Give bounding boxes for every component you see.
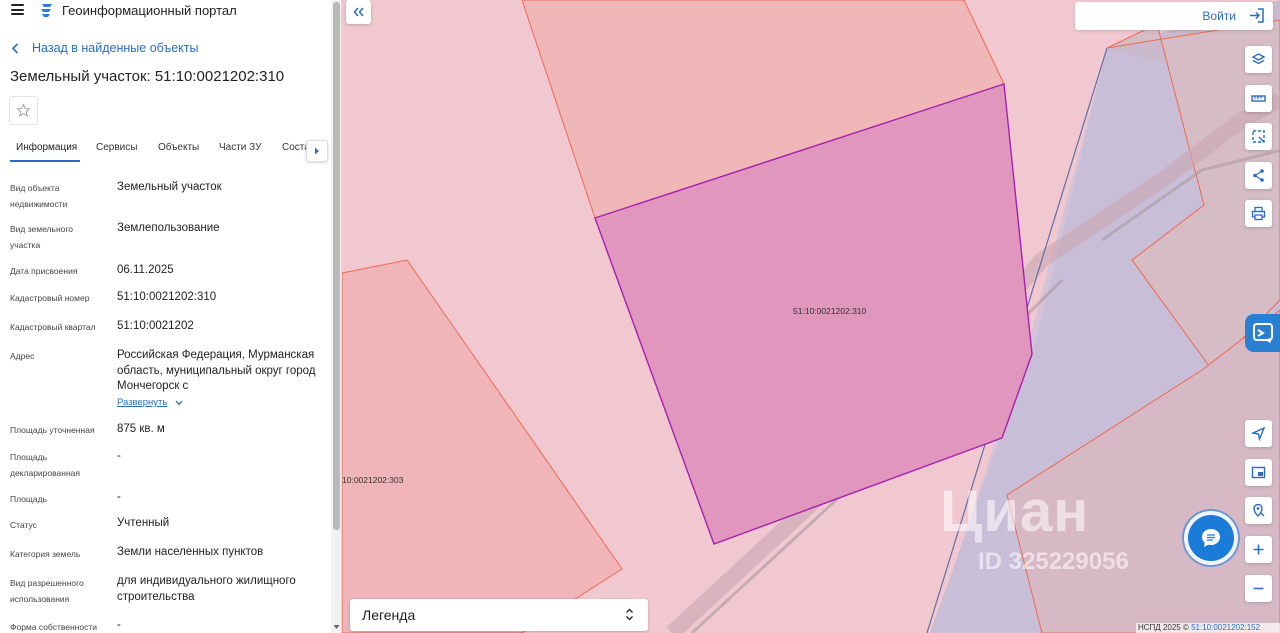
legend-dropdown[interactable]: Легенда — [350, 599, 648, 631]
locate-icon — [1251, 426, 1266, 441]
row-value-object-type: Земельный участок — [117, 181, 222, 193]
portal-logo-icon — [41, 4, 52, 17]
scroll-down-arrow-icon[interactable] — [333, 623, 340, 631]
page-title: Земельный участок: 51:10:0021202:310 — [10, 68, 285, 85]
chat-button[interactable] — [1188, 515, 1234, 561]
map-view[interactable]: 51:10:0021202:310 10:0021202:303 Циан ID… — [342, 0, 1280, 633]
select-area-icon — [1252, 130, 1265, 143]
row-label-area: Площадь — [10, 494, 48, 504]
location-search-button[interactable] — [1245, 497, 1272, 524]
collapse-panel-button[interactable] — [346, 0, 371, 24]
watermark-brand: Циан — [940, 479, 1090, 544]
location-search-icon — [1253, 503, 1265, 517]
row-label-ownership-form: Форма собственности — [10, 622, 97, 632]
chevron-right-icon — [315, 147, 319, 155]
row-label-assign-date: Дата присвоения — [10, 266, 78, 276]
row-value-address: Российская Федерация, Мурманская область… — [117, 349, 316, 392]
share-button[interactable] — [1245, 162, 1272, 189]
active-tab-indicator — [10, 160, 80, 162]
watermark-id: ID 325229056 — [978, 548, 1129, 575]
top-bar: Геоинформационный портал — [0, 0, 330, 22]
parcel-label-310: 51:10:0021202:310 — [793, 306, 867, 316]
print-icon — [1251, 206, 1266, 221]
tab-parcel-parts[interactable]: Части ЗУ — [219, 142, 261, 153]
row-value-assign-date: 06.11.2025 — [117, 264, 174, 276]
map-canvas — [342, 0, 1280, 633]
map-attribution: НСПД 2025 © 51:10:0021202:152 — [1136, 623, 1280, 633]
row-value-area-refined: 875 кв. м — [117, 423, 165, 435]
menu-icon[interactable] — [11, 4, 24, 15]
chevron-left-icon — [11, 42, 19, 54]
expand-address-link[interactable]: Развернуть — [117, 397, 183, 408]
row-label-parcel-type: Вид земельного участка — [10, 224, 74, 250]
chevron-updown-icon — [625, 608, 634, 621]
back-link-label: Назад в найденные объекты — [32, 41, 199, 55]
double-chevron-left-icon — [353, 7, 364, 17]
row-label-cadastral-quarter: Кадастровый квартал — [10, 322, 96, 332]
row-value-land-category: Земли населенных пунктов — [117, 546, 264, 558]
scrollbar-thumb[interactable] — [333, 2, 340, 530]
zoom-out-icon — [1253, 587, 1264, 590]
row-value-cadastral-number: 51:10:0021202:310 — [117, 291, 217, 303]
attribution-cadastral[interactable]: 51:10:0021202:152 — [1191, 623, 1260, 632]
parcel-label-303: 10:0021202:303 — [342, 475, 404, 485]
login-button[interactable]: Войти — [1075, 2, 1273, 30]
expand-label: Развернуть — [117, 397, 168, 408]
row-label-object-type: Вид объекта недвижимости — [10, 183, 68, 209]
row-label-status: Статус — [10, 520, 37, 530]
share-icon — [1253, 169, 1264, 182]
row-label-land-category: Категория земель — [10, 549, 81, 559]
zoom-in-icon — [1253, 544, 1264, 555]
zoom-in-button[interactable] — [1245, 536, 1272, 563]
row-value-ownership-form: - — [117, 619, 121, 631]
login-icon — [1250, 8, 1264, 23]
row-value-area: - — [117, 491, 121, 503]
info-tabs: Информация Сервисы Объекты Части ЗУ Сост… — [0, 138, 330, 164]
back-to-results-link[interactable]: Назад в найденные объекты — [11, 41, 198, 55]
tab-objects[interactable]: Объекты — [158, 142, 199, 153]
select-area-button[interactable] — [1245, 123, 1272, 150]
layers-button[interactable] — [1245, 46, 1272, 73]
row-label-area-refined: Площадь уточненная — [10, 425, 95, 435]
row-label-area-declared: Площадь декларированная — [10, 452, 80, 478]
minimap-button[interactable] — [1245, 459, 1272, 486]
portal-title: Геоинформационный портал — [62, 3, 237, 18]
row-value-parcel-type: Землепользование — [117, 222, 220, 234]
row-label-address: Адрес — [10, 351, 35, 361]
document-chat-icon — [1253, 323, 1273, 343]
row-value-area-declared: - — [117, 450, 121, 462]
ruler-icon — [1251, 95, 1266, 102]
zoom-out-button[interactable] — [1245, 575, 1272, 602]
tab-services[interactable]: Сервисы — [96, 142, 137, 153]
chat-icon — [1202, 529, 1220, 547]
row-value-status: Учтенный — [117, 517, 170, 529]
row-value-permitted-use: для индивидуального жилищного строительс… — [117, 575, 296, 603]
measure-button[interactable] — [1245, 85, 1272, 112]
tab-information[interactable]: Информация — [16, 142, 77, 153]
object-info-panel: Геоинформационный портал Назад в найденн… — [0, 0, 342, 633]
parcel-neighbor-303[interactable] — [342, 259, 623, 633]
star-icon — [16, 103, 31, 117]
login-label: Войти — [1202, 9, 1236, 23]
row-label-permitted-use: Вид разрешенного использования — [10, 578, 84, 604]
egrn-service-tab[interactable] — [1245, 314, 1280, 352]
minimap-icon — [1251, 466, 1266, 479]
locate-button[interactable] — [1245, 420, 1272, 447]
favorite-button[interactable] — [9, 96, 38, 125]
row-label-cadastral-number: Кадастровый номер — [10, 293, 90, 303]
legend-label: Легенда — [362, 607, 416, 623]
layers-icon — [1251, 53, 1266, 65]
panel-scrollbar[interactable] — [331, 0, 341, 633]
row-value-cadastral-quarter: 51:10:0021202 — [117, 320, 194, 332]
print-button[interactable] — [1245, 200, 1272, 227]
tabs-scroll-right-button[interactable] — [306, 140, 328, 162]
chevron-down-icon — [175, 400, 183, 405]
attribution-text: НСПД 2025 © — [1138, 623, 1189, 632]
